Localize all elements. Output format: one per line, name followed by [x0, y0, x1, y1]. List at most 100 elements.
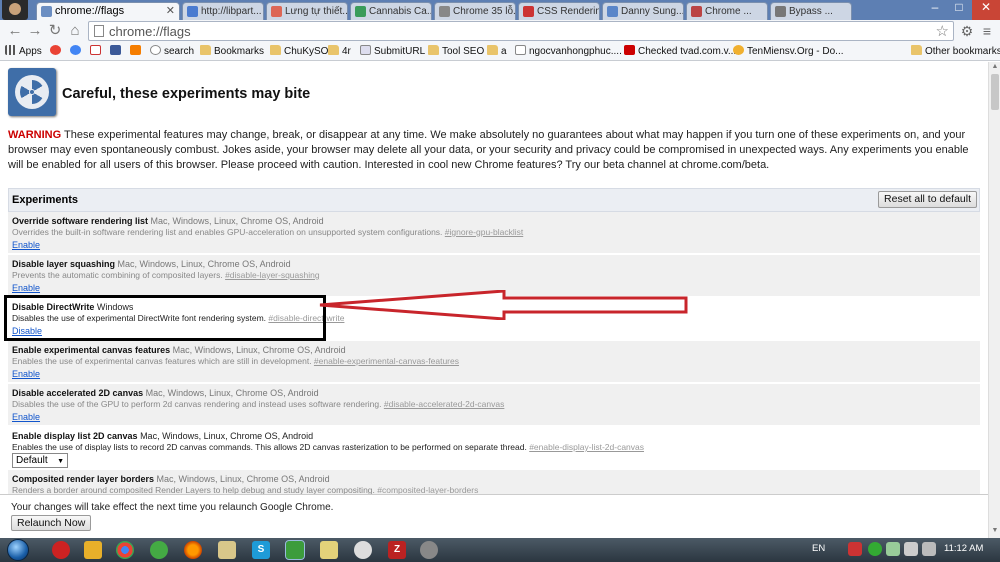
folder-icon	[428, 45, 439, 55]
filezilla-icon[interactable]: Z	[388, 541, 406, 559]
chrome-taskbar-icon[interactable]	[116, 541, 134, 559]
media-player-icon[interactable]	[84, 541, 102, 559]
windows-taskbar: S Z EN 11:12 AM	[0, 538, 1000, 562]
app-icon[interactable]	[420, 541, 438, 559]
scroll-down-icon[interactable]: ▼	[989, 527, 1000, 537]
page-icon	[94, 25, 104, 37]
bookmark-folder-bookmarks[interactable]: Bookmarks	[200, 45, 264, 57]
chrome-window-icon[interactable]	[354, 541, 372, 559]
toolbar: ← → ↻ ⌂ chrome://flags ☆ ⚙ ≡	[0, 20, 1000, 42]
excel-icon[interactable]	[285, 540, 305, 560]
annotation-highlight-box	[4, 295, 326, 341]
home-icon[interactable]: ⌂	[66, 22, 84, 40]
flag-anchor-link[interactable]: #enable-experimental-canvas-features	[314, 356, 459, 366]
chrome-icon	[50, 45, 61, 55]
tab-item[interactable]: CSS Rendering	[518, 2, 600, 20]
tray-icon[interactable]	[886, 542, 900, 556]
scroll-up-icon[interactable]: ▲	[989, 63, 1000, 73]
bookmark-apps[interactable]: Apps	[5, 45, 42, 57]
youtube-icon	[624, 45, 635, 55]
tab-item[interactable]: Chrome ...	[686, 2, 768, 20]
page-icon	[360, 45, 371, 55]
bookmark-ngocvanhongphuc[interactable]: ngocvanhongphuc....	[515, 45, 622, 57]
flag-anchor-link[interactable]: #enable-display-list-2d-canvas	[529, 442, 644, 452]
bookmark-icon-gmail[interactable]	[90, 45, 104, 57]
notepad-icon[interactable]	[320, 541, 338, 559]
volume-icon[interactable]	[922, 542, 936, 556]
tray-icon[interactable]	[868, 542, 882, 556]
minimize-icon[interactable]: –	[924, 0, 946, 20]
menu-icon[interactable]: ≡	[978, 22, 996, 40]
opera-icon[interactable]	[52, 541, 70, 559]
enable-link[interactable]: Enable	[12, 240, 40, 250]
reset-all-button[interactable]: Reset all to default	[878, 191, 977, 208]
enable-link[interactable]: Enable	[12, 412, 40, 422]
relaunch-footer: Your changes will take effect the next t…	[0, 494, 988, 538]
language-indicator[interactable]: EN	[812, 543, 825, 554]
experiment-row: Override software rendering list Mac, Wi…	[8, 212, 980, 254]
bookmark-icon-blogger[interactable]	[130, 45, 144, 57]
page-icon	[607, 6, 618, 17]
bookmark-folder-4r[interactable]: 4r	[328, 45, 351, 57]
flag-anchor-link[interactable]: #disable-accelerated-2d-canvas	[384, 399, 505, 409]
flag-anchor-link[interactable]: #ignore-gpu-blacklist	[445, 227, 523, 237]
page-icon	[523, 6, 534, 17]
bookmark-icon-search[interactable]	[70, 45, 84, 57]
tab-item[interactable]: Chrome 35 lỗ...	[434, 2, 516, 20]
url-text[interactable]: chrome://flags	[109, 24, 191, 39]
site-icon	[733, 45, 744, 55]
experiments-label: Experiments	[12, 194, 79, 206]
bookmark-icon-chrome[interactable]	[50, 45, 64, 57]
default-select[interactable]: Default	[12, 453, 68, 468]
bookmark-search[interactable]: search	[150, 45, 194, 57]
close-window-icon[interactable]: ✕	[972, 0, 1000, 20]
experiment-row: Enable experimental canvas features Mac,…	[8, 341, 980, 383]
tab-item[interactable]: Lưng tự thiết...	[266, 2, 348, 20]
forward-arrow-icon[interactable]: →	[26, 22, 44, 40]
relaunch-now-button[interactable]: Relaunch Now	[11, 515, 92, 531]
bookmark-folder-chukyso[interactable]: ChuKySO	[270, 45, 328, 57]
scrollbar-thumb[interactable]	[991, 74, 999, 110]
extension-icon[interactable]: ⚙	[958, 22, 976, 40]
address-bar[interactable]: chrome://flags ☆	[88, 21, 954, 41]
tab-flags[interactable]: chrome://flags ✕	[36, 2, 180, 20]
reload-icon[interactable]: ↻	[46, 22, 64, 40]
bookmark-icon-facebook[interactable]	[110, 45, 124, 57]
search-engine-icon	[70, 45, 81, 55]
enable-link[interactable]: Enable	[12, 283, 40, 293]
bookmark-star-icon[interactable]: ☆	[936, 22, 949, 40]
profile-avatar[interactable]	[2, 0, 28, 20]
firefox-icon[interactable]	[184, 541, 202, 559]
skype-icon[interactable]: S	[252, 541, 270, 559]
maximize-icon[interactable]: □	[948, 0, 970, 20]
page-title: Careful, these experiments may bite	[62, 86, 311, 102]
bookmark-tenmiensv[interactable]: TenMiensv.Org - Do...	[733, 45, 844, 57]
back-arrow-icon[interactable]: ←	[6, 22, 24, 40]
page-scrollbar[interactable]: ▲ ▼	[988, 62, 1000, 538]
tab-item[interactable]: Bypass ...	[770, 2, 852, 20]
experiment-row: Disable accelerated 2D canvas Mac, Windo…	[8, 384, 980, 426]
antivirus-icon[interactable]	[848, 542, 862, 556]
file-explorer-icon[interactable]	[218, 541, 236, 559]
tab-item[interactable]: http://libpart...	[182, 2, 264, 20]
clock[interactable]: 11:12 AM	[944, 543, 983, 554]
bookmark-checked-tvad[interactable]: Checked tvad.com.v...	[624, 45, 736, 57]
bookmark-submiturl[interactable]: SubmitURL	[360, 45, 425, 57]
flag-anchor-link[interactable]: #disable-layer-squashing	[225, 270, 320, 280]
enable-link[interactable]: Enable	[12, 369, 40, 379]
folder-icon	[270, 45, 281, 55]
facebook-icon	[110, 45, 121, 55]
bookmark-folder-toolseo[interactable]: Tool SEO	[428, 45, 484, 57]
network-icon[interactable]	[904, 542, 918, 556]
apps-icon	[5, 45, 16, 55]
tab-close-icon[interactable]: ✕	[166, 4, 175, 17]
start-button[interactable]	[4, 538, 34, 562]
tab-item[interactable]: Danny Sung...	[602, 2, 684, 20]
tab-item[interactable]: Cannabis Ca...	[350, 2, 432, 20]
annotation-arrow-icon	[319, 290, 688, 320]
search-icon	[150, 45, 161, 55]
app-icon[interactable]	[150, 541, 168, 559]
bookmark-folder-a[interactable]: a	[487, 45, 507, 57]
page-icon	[271, 6, 282, 17]
bookmark-other[interactable]: Other bookmarks	[911, 45, 1000, 57]
